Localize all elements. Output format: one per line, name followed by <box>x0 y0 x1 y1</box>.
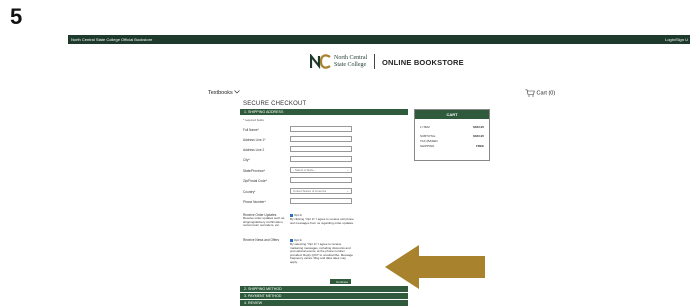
full-name-label: Full Name* <box>243 128 259 132</box>
zip-label: Zip/Postal Code* <box>243 179 267 183</box>
address-line1-label: Address Line 1* <box>243 138 266 142</box>
cart-summary-title: CART <box>415 110 489 119</box>
news-offers-desc: By selecting "Opt In" I agree to receive… <box>290 242 353 264</box>
continue-button[interactable]: Continue <box>330 279 351 284</box>
cart-tax-label: TAX (BASED <box>420 139 438 143</box>
logo-divider <box>374 54 375 69</box>
cart-row-shipping: SHIPPING FREE <box>420 144 484 148</box>
chevron-down-icon: ⌄ <box>346 189 349 193</box>
cart-summary: CART 1 ITEM $363.95 SUBTOTAL $363.95 TAX… <box>414 109 490 161</box>
order-updates-desc: By clicking "Opt In" I agree to receive … <box>290 217 354 225</box>
login-signup-link[interactable]: Login/Sign U <box>665 35 688 44</box>
top-bar: North Central State College Official Boo… <box>68 35 690 44</box>
full-name-input[interactable] <box>290 126 352 132</box>
country-select-value: United States of America <box>293 189 327 193</box>
chevron-down-icon: ⌄ <box>346 168 349 172</box>
page-title: SECURE CHECKOUT <box>243 101 307 107</box>
cart-subtotal-value: $363.95 <box>473 134 484 138</box>
cart-shipping-label: SHIPPING <box>420 144 435 148</box>
section-review[interactable]: 4. REVIEW <box>240 300 408 306</box>
browser-page: North Central State College Official Boo… <box>68 35 690 308</box>
cart-row-subtotal: SUBTOTAL $363.95 <box>420 134 484 138</box>
college-name-line2: State College <box>334 61 367 68</box>
online-bookstore-label: ONLINE BOOKSTORE <box>382 58 464 67</box>
section-payment-method[interactable]: 3. PAYMENT METHOD <box>240 293 408 299</box>
cart-items-label: 1 ITEM <box>420 125 430 129</box>
country-label: Country* <box>243 190 256 194</box>
pointer-arrow-icon <box>385 245 485 289</box>
chevron-down-icon <box>234 90 241 94</box>
cart-items-value: $363.95 <box>473 125 484 129</box>
state-select[interactable]: - Select a State - ⌄ <box>290 167 352 173</box>
address-line2-label: Address Line 2 <box>243 148 265 152</box>
cart-subtotal-label: SUBTOTAL <box>420 134 436 138</box>
news-offers-label: Receive News and Offers <box>243 238 280 242</box>
address-line2-input[interactable] <box>290 146 352 152</box>
cart-row-tax: TAX (BASED <box>420 139 484 143</box>
cart-link[interactable]: Cart (0) <box>525 89 555 97</box>
address-line1-input[interactable] <box>290 136 352 142</box>
store-official-link[interactable]: North Central State College Official Boo… <box>71 35 152 44</box>
college-logo-icon <box>310 54 331 69</box>
cart-row-items: 1 ITEM $363.95 <box>420 125 484 129</box>
cart-shipping-value: FREE <box>475 144 484 148</box>
cart-label: Cart (0) <box>536 90 556 97</box>
required-fields-note: * required fields <box>243 118 264 122</box>
textbooks-label: Textbooks <box>208 90 233 96</box>
state-label: State/Province* <box>243 169 265 173</box>
order-updates-label-desc: Receive order updates such as shipping/d… <box>243 216 285 228</box>
phone-input[interactable] <box>290 198 352 204</box>
cart-icon <box>525 89 535 97</box>
country-select[interactable]: United States of America ⌄ <box>290 188 352 194</box>
textbooks-menu[interactable]: Textbooks <box>208 90 241 96</box>
step-number: 5 <box>10 4 23 29</box>
phone-label: Phone Number* <box>243 200 266 204</box>
college-name-line1: North Central <box>334 55 368 61</box>
state-select-value: - Select a State - <box>293 168 316 172</box>
city-label: City* <box>243 158 250 162</box>
section-shipping-address[interactable]: 1. SHIPPING ADDRESS <box>240 109 408 115</box>
college-name: North Central State College <box>334 55 370 68</box>
city-input[interactable] <box>290 156 352 162</box>
zip-input[interactable] <box>290 177 352 183</box>
section-shipping-method[interactable]: 2. SHIPPING METHOD <box>240 286 408 292</box>
